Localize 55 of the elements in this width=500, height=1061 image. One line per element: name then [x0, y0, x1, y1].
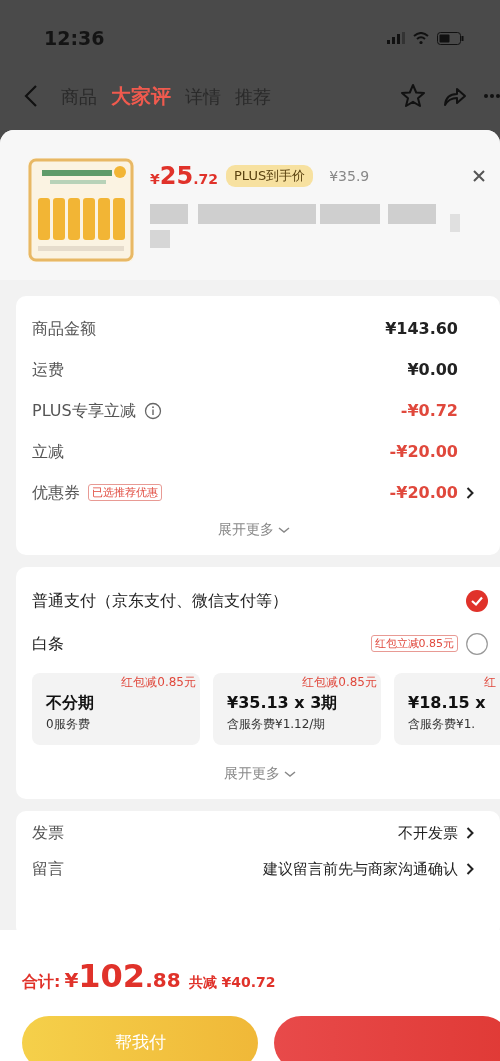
installment-fee: 含服务费¥1.12/期 [227, 716, 327, 733]
installment-title: ¥18.15 x [408, 692, 487, 714]
row-label: 发票 [32, 822, 64, 844]
close-icon[interactable] [472, 169, 486, 183]
row-label: 留言 [32, 858, 64, 880]
battery-icon [437, 31, 464, 45]
row-value: ¥0.00 [407, 358, 458, 381]
chevron-icon[interactable] [466, 863, 474, 875]
row-value: 建议留言前先与商家沟通确认 [263, 858, 458, 880]
chevron-down-icon [284, 770, 297, 778]
total-label: 合计: [22, 971, 61, 993]
star-icon[interactable] [400, 83, 426, 109]
installment-title: 不分期 [46, 692, 95, 714]
row-value: 不开发票 [398, 822, 458, 844]
installment-fee: 含服务费¥1. [408, 716, 477, 733]
original-price: ¥35.9 [329, 166, 370, 186]
installment-option[interactable]: 红 ¥18.15 x 含服务费¥1. [394, 673, 500, 745]
payment-option-label: 白条 [32, 632, 64, 655]
signal-icon [387, 32, 405, 44]
share-icon[interactable] [442, 85, 468, 107]
installment-option[interactable]: 红包减0.85元 ¥35.13 x 3期 含服务费¥1.12/期 [213, 673, 381, 745]
row-value: -¥0.72 [400, 399, 458, 422]
nav-tab[interactable]: 大家评 [104, 81, 178, 111]
installment-promo: 红包减0.85元 [121, 675, 196, 689]
product-price: ¥25.72 [150, 161, 218, 192]
payment-option-label: 普通支付（京东支付、微信支付等） [32, 589, 288, 612]
radio-checked-icon[interactable] [466, 589, 488, 612]
row-value: ¥143.60 [385, 317, 458, 340]
installment-promo: 红 [484, 675, 496, 689]
row-label: 立减 [32, 440, 64, 463]
row-value: -¥20.00 [389, 481, 458, 504]
expand-more-button[interactable]: 展开更多 [211, 518, 297, 541]
chevron-icon[interactable] [466, 827, 474, 839]
radio-button[interactable] [466, 632, 488, 655]
row-value: -¥20.00 [389, 440, 458, 463]
installment-promo: 红包减0.85元 [302, 675, 377, 689]
row-label: 优惠券 [32, 481, 80, 504]
row-label: PLUS专享立减 [32, 399, 136, 422]
chevron-down-icon [278, 526, 291, 534]
row-label: 运费 [32, 358, 64, 381]
coupon-tag: 已选推荐优惠 [88, 484, 162, 501]
plus-price-badge: PLUS到手价 [225, 165, 314, 187]
payment-promo-tag: 红包立减0.85元 [370, 635, 458, 652]
back-button[interactable] [24, 84, 38, 108]
chevron-icon[interactable] [466, 486, 474, 499]
row-label: 商品金额 [32, 317, 96, 340]
expand-more-button[interactable]: 展开更多 [217, 762, 303, 785]
installment-option[interactable]: 红包减0.85元 不分期 0服务费 [32, 673, 200, 745]
pay-button[interactable] [274, 1016, 500, 1061]
total-price: ¥102.88 [64, 956, 181, 997]
wifi-icon [413, 32, 429, 44]
installment-fee: 0服务费 [46, 716, 91, 733]
savings-text: 共减 ¥40.72 [188, 973, 276, 992]
installment-title: ¥35.13 x 3期 [227, 692, 339, 714]
more-icon[interactable] [484, 93, 500, 99]
